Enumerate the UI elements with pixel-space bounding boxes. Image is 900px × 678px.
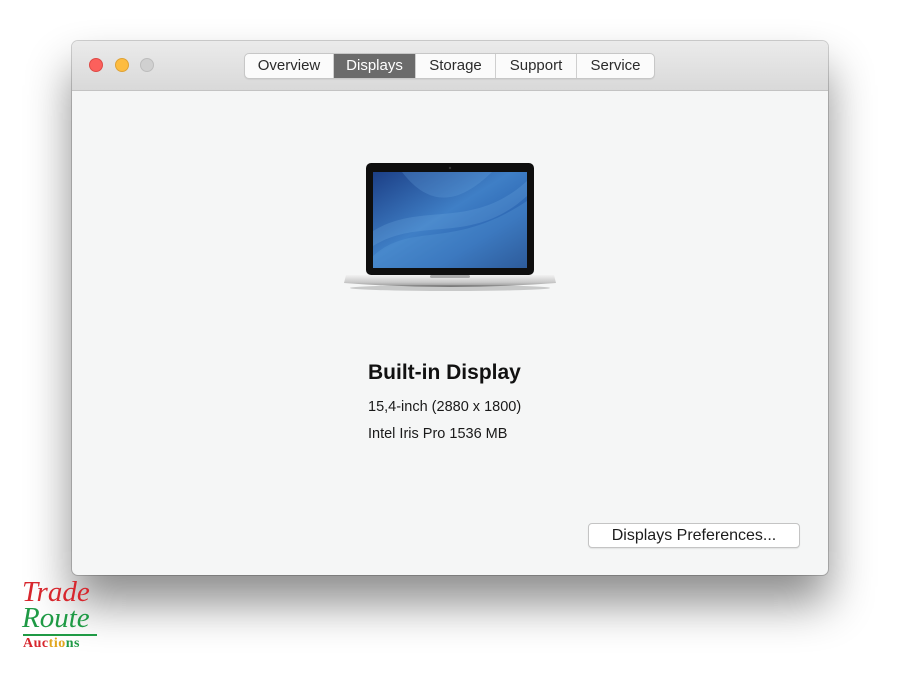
display-graphics: Intel Iris Pro 1536 MB xyxy=(368,426,508,442)
tab-displays[interactable]: Displays xyxy=(334,54,416,78)
tab-service[interactable]: Service xyxy=(577,54,654,78)
screenshot-stage: Overview Displays Storage Support Servic… xyxy=(0,0,900,678)
minimize-window-button[interactable] xyxy=(115,58,129,72)
displays-preferences-button[interactable]: Displays Preferences... xyxy=(588,523,800,548)
display-size-resolution: 15,4-inch (2880 x 1800) xyxy=(368,399,522,415)
macbook-pro-laptop-icon xyxy=(344,163,556,291)
close-window-button[interactable] xyxy=(89,58,103,72)
zoom-window-button[interactable] xyxy=(140,58,154,72)
display-title: Built-in Display xyxy=(368,361,521,384)
tab-overview[interactable]: Overview xyxy=(245,54,334,78)
tab-support[interactable]: Support xyxy=(496,54,577,78)
watermark-auctions-text: Auctions xyxy=(23,636,80,651)
tab-storage[interactable]: Storage xyxy=(416,54,496,78)
about-this-mac-window: Overview Displays Storage Support Servic… xyxy=(72,41,828,575)
tab-bar: Overview Displays Storage Support Servic… xyxy=(244,53,655,79)
watermark-route-text: Route xyxy=(22,602,90,634)
trade-route-auctions-watermark: Trade Route Auctions xyxy=(18,576,102,656)
window-titlebar[interactable]: Overview Displays Storage Support Servic… xyxy=(72,41,828,91)
